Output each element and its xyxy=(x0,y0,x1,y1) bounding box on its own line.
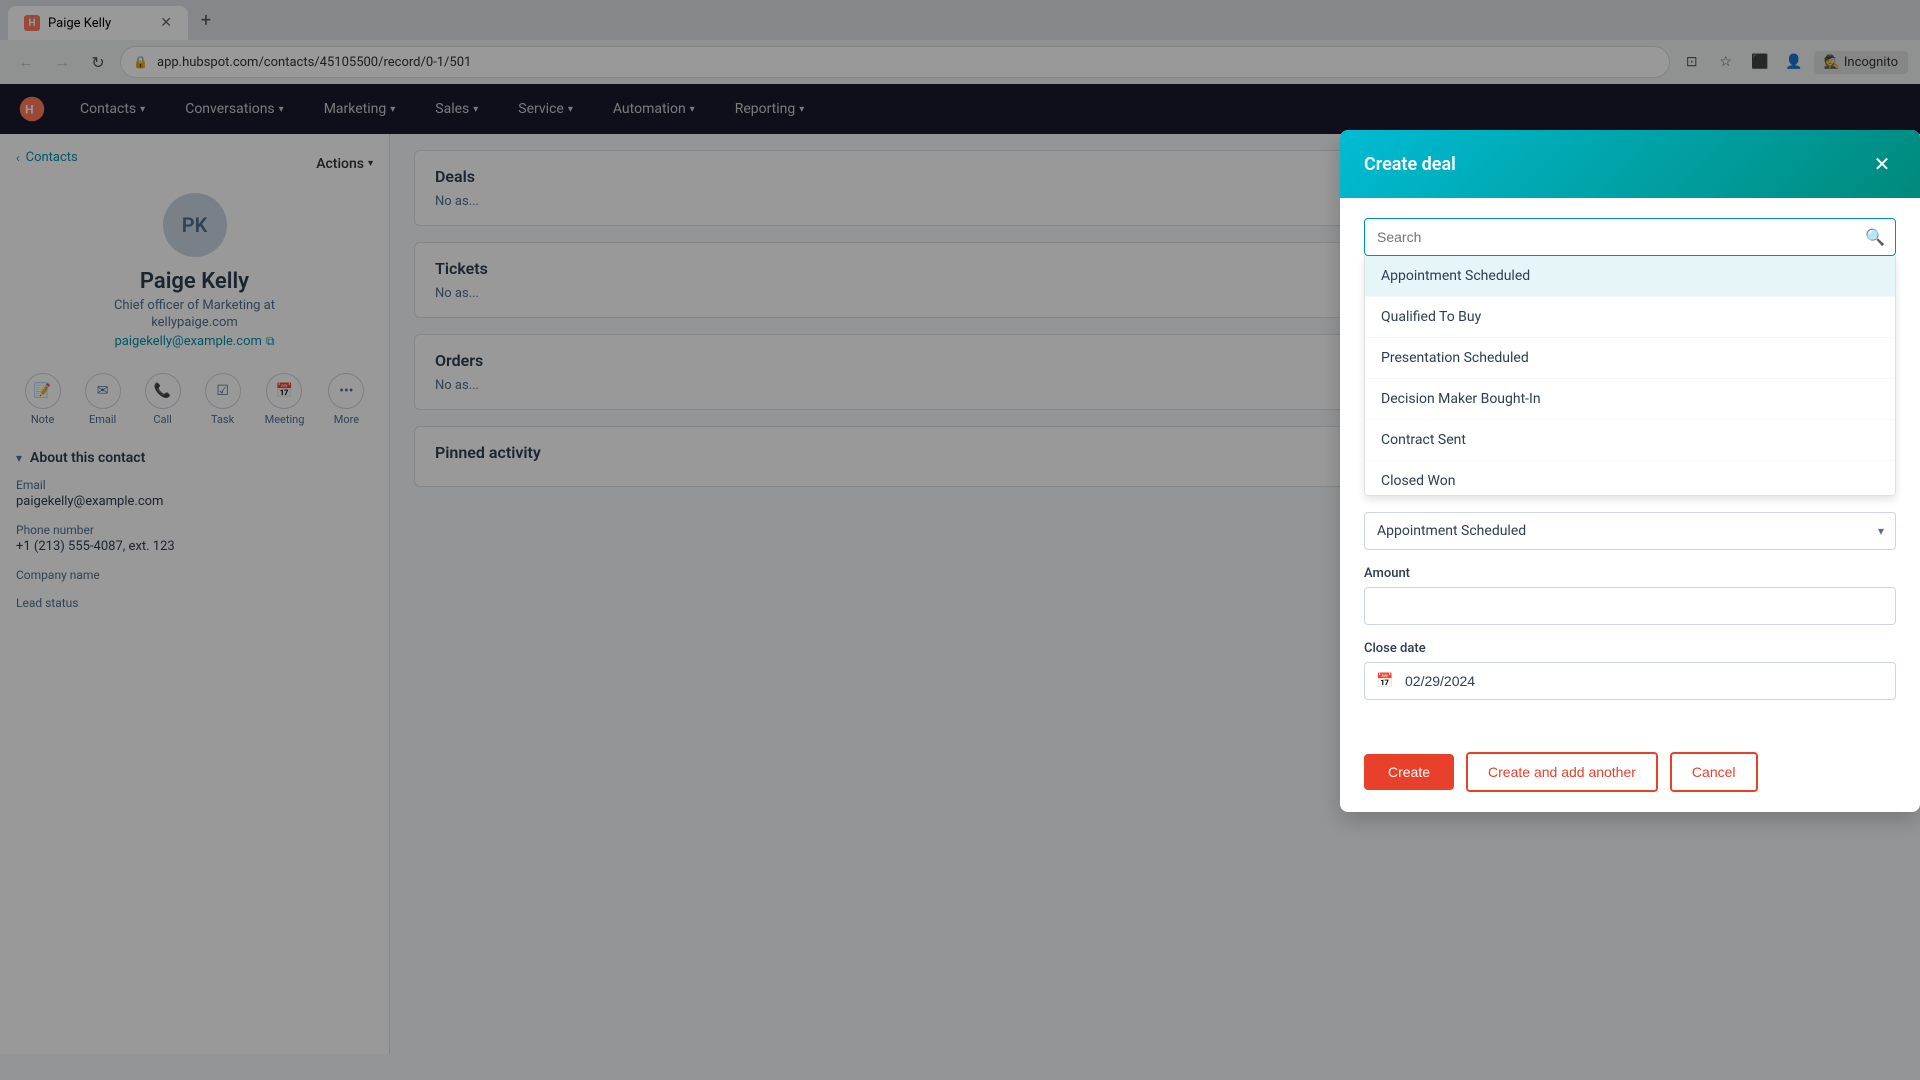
deal-stage-field: Appointment Scheduled ▾ xyxy=(1364,512,1896,550)
create-and-add-button[interactable]: Create and add another xyxy=(1466,752,1658,792)
stage-select-wrapper: Appointment Scheduled ▾ xyxy=(1364,512,1896,550)
dropdown-item-qualified[interactable]: Qualified To Buy xyxy=(1365,297,1895,338)
modal-footer: Create Create and add another Cancel xyxy=(1340,736,1920,812)
dropdown-list: Appointment Scheduled Qualified To Buy P… xyxy=(1364,256,1896,496)
search-input-wrapper: 🔍 xyxy=(1364,218,1896,256)
amount-field: Amount xyxy=(1364,566,1896,625)
cancel-button[interactable]: Cancel xyxy=(1670,752,1758,792)
dropdown-item-contract[interactable]: Contract Sent xyxy=(1365,420,1895,461)
create-button[interactable]: Create xyxy=(1364,754,1454,790)
modal-title: Create deal xyxy=(1364,154,1456,175)
amount-input[interactable] xyxy=(1364,587,1896,625)
create-deal-modal: Create deal ✕ 🔍 Appointment Scheduled Qu… xyxy=(1340,130,1920,812)
modal-overlay: Create deal ✕ 🔍 Appointment Scheduled Qu… xyxy=(0,0,1920,1080)
close-date-input[interactable] xyxy=(1364,662,1896,700)
dropdown-item-presentation[interactable]: Presentation Scheduled xyxy=(1365,338,1895,379)
dropdown-item-closed[interactable]: Closed Won xyxy=(1365,461,1895,496)
search-icon[interactable]: 🔍 xyxy=(1865,228,1885,247)
stage-select[interactable]: Appointment Scheduled xyxy=(1364,512,1896,550)
modal-header: Create deal ✕ xyxy=(1340,130,1920,198)
date-input-wrapper: 📅 xyxy=(1364,662,1896,700)
search-dropdown-container: 🔍 Appointment Scheduled Qualified To Buy… xyxy=(1364,218,1896,496)
modal-body: 🔍 Appointment Scheduled Qualified To Buy… xyxy=(1340,198,1920,736)
modal-close-button[interactable]: ✕ xyxy=(1868,150,1896,178)
calendar-icon: 📅 xyxy=(1376,673,1393,689)
dropdown-item-appointment[interactable]: Appointment Scheduled xyxy=(1365,256,1895,297)
close-date-field: Close date 📅 xyxy=(1364,641,1896,700)
dropdown-item-decision[interactable]: Decision Maker Bought-In xyxy=(1365,379,1895,420)
search-input[interactable] xyxy=(1365,219,1895,255)
